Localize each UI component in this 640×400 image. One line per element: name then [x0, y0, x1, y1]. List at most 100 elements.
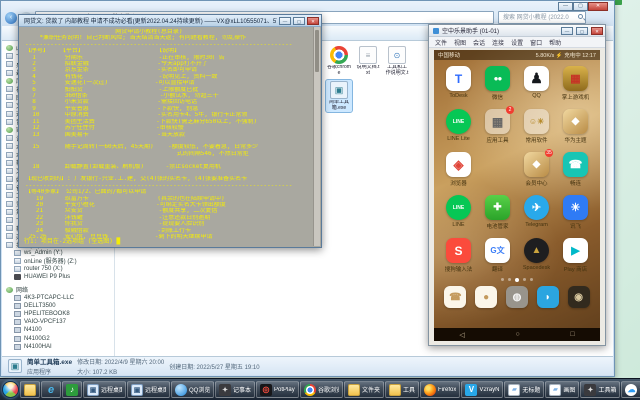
taskbar-button[interactable]: 谷歌浏览器	[300, 381, 343, 398]
taskbar-button[interactable]: 远程桌面连接	[83, 381, 126, 398]
sidebar-item-network-pc[interactable]: 4K3-PTCAPC-LLC	[2, 294, 114, 302]
sidebar-item-drive[interactable]: onLine (服务器) (Z:)	[2, 257, 114, 265]
file-item[interactable]: 工具和工作说明文.txt	[384, 45, 410, 77]
app-icon[interactable]	[563, 152, 588, 177]
maximize-button[interactable]: ▢	[576, 27, 588, 35]
taskbar-button[interactable]: 记事本	[215, 381, 255, 398]
app-shortcut[interactable]: Spacedesk	[517, 238, 556, 273]
app-shortcut[interactable]: 电池管家	[478, 195, 517, 230]
taskbar-button[interactable]: 画图	[545, 381, 579, 398]
minimize-button[interactable]: —	[561, 27, 573, 35]
phone-window-titlebar[interactable]: 空中乐景助手 (01-01) — ▢ ✕	[429, 25, 605, 37]
maximize-button[interactable]: ▢	[293, 17, 305, 25]
sidebar-item-network-pc[interactable]: HPELITEBOOK8	[2, 310, 114, 318]
close-button[interactable]: ✕	[591, 27, 603, 35]
taskbar-button[interactable]: 文件夹	[344, 381, 384, 398]
taskbar-button[interactable]: QQ浏览器	[171, 381, 214, 398]
app-shortcut[interactable]: ToDesk	[439, 66, 478, 101]
menu-item[interactable]: 文件	[435, 38, 447, 47]
back-nav-icon[interactable]	[459, 331, 464, 339]
close-button[interactable]: ✕	[307, 17, 319, 25]
dock-app-icon[interactable]	[444, 286, 466, 308]
app-shortcut[interactable]: 微信	[478, 66, 517, 101]
app-icon[interactable]	[446, 238, 471, 263]
dock-app-icon[interactable]	[475, 286, 497, 308]
app-shortcut[interactable]: 35 会员中心	[517, 152, 556, 187]
taskbar-button[interactable]: PotPlayer	[256, 381, 299, 398]
dock-app-icon[interactable]	[537, 286, 559, 308]
maximize-button[interactable]: ▢	[573, 2, 588, 11]
start-button[interactable]	[2, 381, 19, 398]
app-icon[interactable]	[563, 109, 588, 134]
app-shortcut[interactable]	[478, 152, 517, 187]
taskbar-button[interactable]: 百度网盘	[621, 381, 640, 398]
app-icon[interactable]	[446, 109, 471, 134]
taskbar-button[interactable]: 远程桌面连接	[127, 381, 170, 398]
app-shortcut[interactable]: 常用软件	[517, 109, 556, 144]
taskbar-button[interactable]: V2rayN	[461, 381, 503, 398]
app-shortcut[interactable]: 浏览器	[439, 152, 478, 187]
document-titlebar[interactable]: 网贷文: 贷款了 内部教程 申请不成功必看(更新2022.04.24持续更新) …	[19, 15, 321, 27]
app-shortcut[interactable]: 华为主题	[556, 109, 595, 144]
sidebar-item-network-pc[interactable]: N4100	[2, 326, 114, 334]
search-input[interactable]: 搜索 网贷小教程 (2022.0	[498, 11, 586, 24]
app-icon[interactable]	[485, 195, 510, 220]
app-icon[interactable]	[485, 66, 510, 91]
app-shortcut[interactable]: 翻译	[478, 238, 517, 273]
app-icon[interactable]	[563, 195, 588, 220]
document-scrollbar[interactable]	[313, 27, 320, 246]
app-icon[interactable]	[563, 66, 588, 91]
app-icon[interactable]	[446, 195, 471, 220]
minimize-button[interactable]: —	[558, 2, 573, 11]
menu-item[interactable]: 窗口	[530, 38, 542, 47]
sidebar-item-network-pc[interactable]: N4100HAI	[2, 343, 114, 351]
menu-item[interactable]: 视图	[454, 38, 466, 47]
sidebar-item-network[interactable]: 网络	[2, 285, 114, 293]
taskbar-button[interactable]: 工具	[385, 381, 419, 398]
app-icon[interactable]: 2	[485, 109, 510, 134]
file-item[interactable]: 谷歌chrome	[326, 45, 352, 77]
app-icon[interactable]	[524, 195, 549, 220]
taskbar-button[interactable]: 工具箱	[580, 381, 620, 398]
menu-item[interactable]: 连接	[492, 38, 504, 47]
taskbar-button[interactable]	[20, 381, 40, 398]
app-icon[interactable]	[485, 152, 510, 177]
app-shortcut[interactable]: 2 应用工具	[478, 109, 517, 144]
app-shortcut[interactable]: QQ	[517, 66, 556, 101]
app-icon[interactable]	[485, 238, 510, 263]
dock-app-icon[interactable]	[568, 286, 590, 308]
file-item[interactable]: 简单工具箱.exe	[326, 80, 352, 112]
app-shortcut[interactable]: 掌上游戏机	[556, 66, 595, 101]
sidebar-item-network-pc[interactable]: VAIO-VPCF137	[2, 318, 114, 326]
app-icon[interactable]	[446, 152, 471, 177]
app-shortcut[interactable]: LINE Lite	[439, 109, 478, 144]
app-icon[interactable]: 35	[524, 152, 549, 177]
app-shortcut[interactable]: Play 商店	[556, 238, 595, 273]
phone-screen[interactable]: 中国移动 5.80K/s ⚡ 充电中 12:17 ToDesk 微信	[434, 50, 600, 341]
app-icon[interactable]	[563, 238, 588, 263]
home-nav-icon[interactable]	[515, 331, 519, 338]
sidebar-item-network-pc[interactable]: DELLT3500	[2, 302, 114, 310]
close-button[interactable]: ✕	[588, 2, 608, 11]
taskbar-button[interactable]: Firefox	[420, 381, 460, 398]
menu-item[interactable]: 会话	[473, 38, 485, 47]
app-shortcut[interactable]: 畅连	[556, 152, 595, 187]
menu-item[interactable]: 设置	[511, 38, 523, 47]
taskbar-button[interactable]: 无标题	[504, 381, 544, 398]
dock-app-icon[interactable]	[506, 286, 528, 308]
app-shortcut[interactable]: 讯飞	[556, 195, 595, 230]
menu-item[interactable]: 帮助	[549, 38, 561, 47]
file-item[interactable]: 说明文档.txt	[355, 45, 381, 77]
taskbar-button[interactable]	[62, 381, 82, 398]
app-icon[interactable]	[524, 109, 549, 134]
back-button[interactable]: ‹	[5, 12, 17, 24]
scrollbar-thumb[interactable]	[315, 30, 319, 72]
app-icon[interactable]	[524, 66, 549, 91]
app-shortcut[interactable]: 搜狗输入法	[439, 238, 478, 273]
sidebar-item-drive[interactable]: router 750 (X:)	[2, 265, 114, 273]
recents-nav-icon[interactable]	[570, 331, 574, 338]
minimize-button[interactable]: —	[279, 17, 291, 25]
sidebar-item-drive[interactable]: HUAWEI P9 Plus	[2, 273, 114, 281]
app-shortcut[interactable]: Telegram	[517, 195, 556, 230]
app-shortcut[interactable]: LINE	[439, 195, 478, 230]
